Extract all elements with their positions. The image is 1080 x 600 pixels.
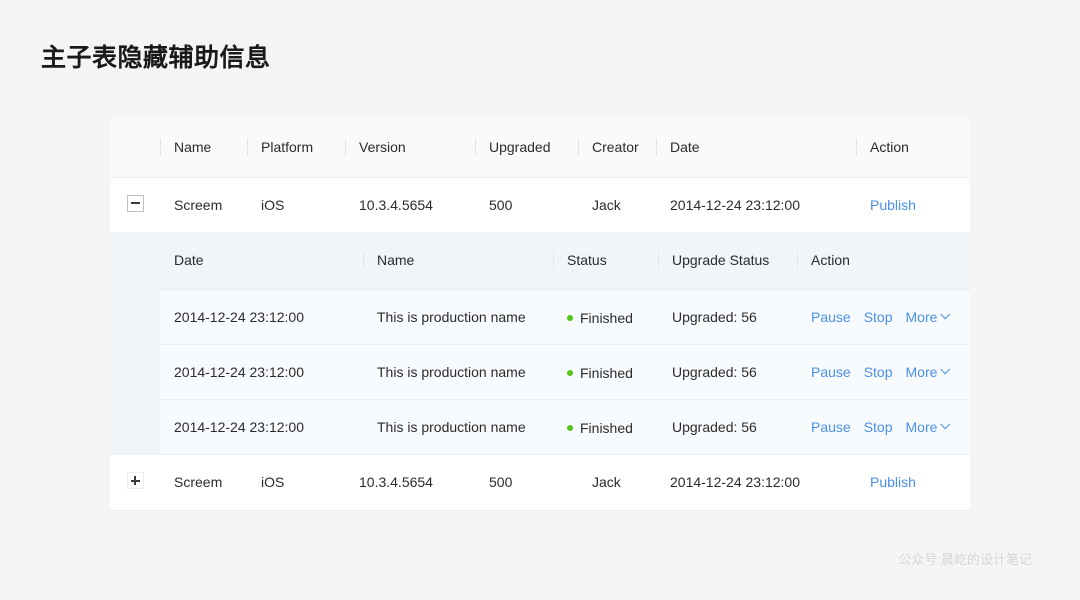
chevron-down-icon bbox=[941, 420, 951, 430]
pause-link[interactable]: Pause bbox=[811, 364, 851, 380]
cell-name: Screem bbox=[160, 177, 247, 232]
more-dropdown[interactable]: More bbox=[906, 364, 949, 380]
nested-table-wrapper: Date Name Status Upgrade Status bbox=[110, 232, 970, 454]
more-label: More bbox=[906, 364, 938, 380]
minus-bar bbox=[131, 202, 140, 204]
status-label: Finished bbox=[580, 420, 633, 436]
more-dropdown[interactable]: More bbox=[906, 309, 949, 325]
status-dot-icon bbox=[567, 425, 573, 431]
nested-cell-date: 2014-12-24 23:12:00 bbox=[160, 289, 363, 344]
cell-upgraded: 500 bbox=[475, 455, 578, 510]
status-label: Finished bbox=[580, 310, 633, 326]
page-title: 主子表隐藏辅助信息 bbox=[41, 38, 271, 74]
cell-version: 10.3.4.5654 bbox=[345, 455, 475, 510]
outer-header-action: Action bbox=[856, 118, 970, 177]
nested-cell-date: 2014-12-24 23:12:00 bbox=[160, 399, 363, 454]
outer-header-version: Version bbox=[345, 118, 475, 177]
outer-header-name: Name bbox=[160, 118, 247, 177]
nested-cell-name: This is production name bbox=[363, 289, 553, 344]
nested-cell-action[interactable]: Pause Stop More bbox=[797, 399, 970, 454]
plus-square-icon[interactable] bbox=[127, 472, 144, 489]
nested-table-header-row: Date Name Status Upgrade Status bbox=[160, 232, 970, 289]
outer-table-header-row: Name Platform Version Upgraded Creator bbox=[110, 118, 970, 177]
cell-platform: iOS bbox=[247, 455, 345, 510]
data-table-card: Name Platform Version Upgraded Creator bbox=[110, 118, 970, 511]
nested-cell-name: This is production name bbox=[363, 399, 553, 454]
publish-link[interactable]: Publish bbox=[856, 197, 970, 213]
pause-link[interactable]: Pause bbox=[811, 419, 851, 435]
nested-cell-upgrade-status: Upgraded: 56 bbox=[658, 344, 797, 399]
publish-link[interactable]: Publish bbox=[856, 474, 970, 490]
nested-header-name: Name bbox=[363, 232, 553, 289]
cell-creator: Jack bbox=[578, 177, 656, 232]
cell-action[interactable]: Publish bbox=[856, 455, 970, 510]
cell-name: Screem bbox=[160, 455, 247, 510]
nested-header-date: Date bbox=[160, 232, 363, 289]
nested-header-upgrade-status: Upgrade Status bbox=[658, 232, 797, 289]
nested-indent-gutter bbox=[110, 232, 160, 454]
nested-table-body: Date Name Status Upgrade Status bbox=[160, 232, 970, 454]
stop-link[interactable]: Stop bbox=[864, 419, 893, 435]
more-label: More bbox=[906, 419, 938, 435]
nested-cell-action[interactable]: Pause Stop More bbox=[797, 289, 970, 344]
pause-link[interactable]: Pause bbox=[811, 309, 851, 325]
nested-cell-status: Finished bbox=[553, 399, 658, 454]
nested-cell-name: This is production name bbox=[363, 344, 553, 399]
nested-cell-status: Finished bbox=[553, 344, 658, 399]
table-row[interactable]: Screem iOS 10.3.4.5654 500 Jack 2014-12-… bbox=[110, 455, 970, 510]
nested-cell-date: 2014-12-24 23:12:00 bbox=[160, 344, 363, 399]
row-expander-cell[interactable] bbox=[110, 455, 160, 510]
outer-header-date: Date bbox=[656, 118, 856, 177]
cell-date: 2014-12-24 23:12:00 bbox=[656, 455, 856, 510]
outer-header-expander bbox=[110, 118, 160, 177]
more-dropdown[interactable]: More bbox=[906, 419, 949, 435]
cell-creator: Jack bbox=[578, 455, 656, 510]
cell-action[interactable]: Publish bbox=[856, 177, 970, 232]
outer-header-platform: Platform bbox=[247, 118, 345, 177]
more-label: More bbox=[906, 309, 938, 325]
stop-link[interactable]: Stop bbox=[864, 364, 893, 380]
outer-header-upgraded: Upgraded bbox=[475, 118, 578, 177]
nested-table-row[interactable]: 2014-12-24 23:12:00 This is production n… bbox=[160, 289, 970, 344]
nested-cell-status: Finished bbox=[553, 289, 658, 344]
outer-table: Name Platform Version Upgraded Creator bbox=[110, 118, 970, 232]
watermark: 公众号:晨屹的设计笔记 bbox=[898, 549, 1032, 568]
cell-version: 10.3.4.5654 bbox=[345, 177, 475, 232]
outer-table-continued: Screem iOS 10.3.4.5654 500 Jack 2014-12-… bbox=[110, 454, 970, 510]
nested-cell-upgrade-status: Upgraded: 56 bbox=[658, 289, 797, 344]
status-label: Finished bbox=[580, 365, 633, 381]
status-dot-icon bbox=[567, 315, 573, 321]
plus-bar-vertical bbox=[134, 476, 136, 485]
cell-date: 2014-12-24 23:12:00 bbox=[656, 177, 856, 232]
nested-cell-action[interactable]: Pause Stop More bbox=[797, 344, 970, 399]
nested-header-action: Action bbox=[797, 232, 970, 289]
chevron-down-icon bbox=[941, 309, 951, 319]
stop-link[interactable]: Stop bbox=[864, 309, 893, 325]
cell-upgraded: 500 bbox=[475, 177, 578, 232]
table-row[interactable]: Screem iOS 10.3.4.5654 500 Jack 2014-12-… bbox=[110, 177, 970, 232]
nested-table-row[interactable]: 2014-12-24 23:12:00 This is production n… bbox=[160, 344, 970, 399]
nested-header-status: Status bbox=[553, 232, 658, 289]
status-dot-icon bbox=[567, 370, 573, 376]
row-expander-cell[interactable] bbox=[110, 177, 160, 232]
chevron-down-icon bbox=[941, 364, 951, 374]
nested-table: Date Name Status Upgrade Status bbox=[160, 232, 970, 454]
page-root: 主子表隐藏辅助信息 Name bbox=[0, 0, 1080, 600]
cell-platform: iOS bbox=[247, 177, 345, 232]
nested-table-row[interactable]: 2014-12-24 23:12:00 This is production n… bbox=[160, 399, 970, 454]
nested-cell-upgrade-status: Upgraded: 56 bbox=[658, 399, 797, 454]
outer-header-creator: Creator bbox=[578, 118, 656, 177]
minus-square-icon[interactable] bbox=[127, 195, 144, 212]
